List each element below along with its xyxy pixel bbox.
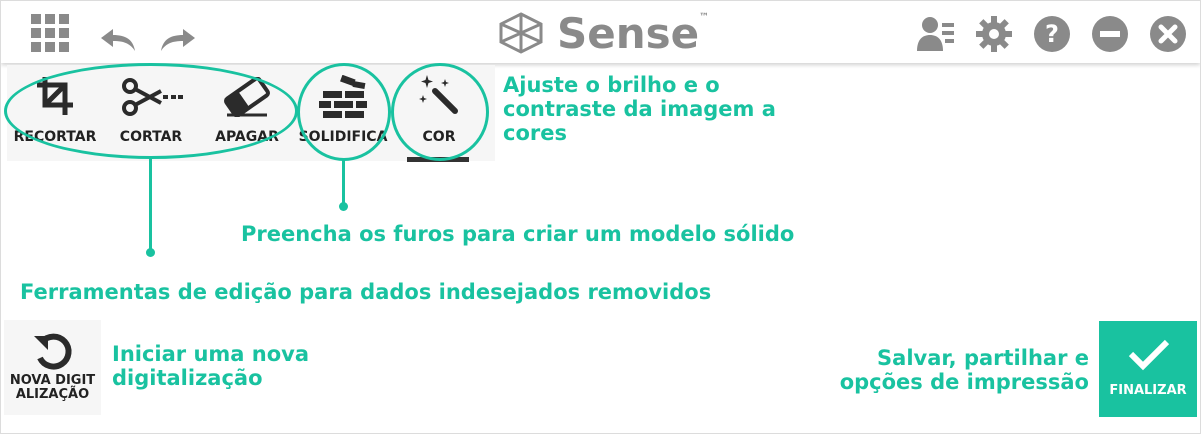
finalize-button[interactable]: FINALIZAR <box>1099 321 1197 417</box>
sense-logo-icon <box>499 12 543 54</box>
callout-color: Ajuste o brilho e o contraste da imagem … <box>503 73 776 145</box>
app-name: Sense <box>557 8 700 58</box>
callout-edit-tools: Ferramentas de edição para dados indesej… <box>20 280 712 304</box>
callout-finalize: Salvar, partilhar e opções de impressão <box>839 346 1089 394</box>
solidify-connector-dot <box>339 202 348 211</box>
edit-tools-connector-dot <box>146 248 155 257</box>
finalize-label: FINALIZAR <box>1109 383 1187 398</box>
new-scan-button[interactable]: NOVA DIGITALIZAÇÃO <box>4 320 101 415</box>
app-window: Sense ™ ? RECORTAR CORTAR APAGAR SOLIDIF… <box>0 0 1201 434</box>
color-highlight-ring <box>391 63 489 161</box>
solidify-connector-line <box>342 160 345 206</box>
edit-tools-connector-line <box>149 158 152 251</box>
callout-new-scan: Iniciar uma nova digitalização <box>112 342 309 390</box>
gear-icon[interactable] <box>975 15 1013 53</box>
callout-solidify: Preencha os furos para criar um modelo s… <box>241 222 795 246</box>
edit-tools-highlight-ring <box>4 63 298 159</box>
checkmark-icon <box>1128 339 1170 371</box>
close-icon[interactable] <box>1149 15 1187 53</box>
help-icon[interactable]: ? <box>1033 15 1071 53</box>
minimize-icon[interactable] <box>1091 15 1129 53</box>
solidify-highlight-ring <box>297 63 391 161</box>
trademark: ™ <box>699 11 710 23</box>
sense-logo: Sense ™ <box>497 8 710 58</box>
user-list-icon[interactable] <box>917 15 955 53</box>
redo-icon[interactable] <box>157 27 197 53</box>
svg-text:?: ? <box>1045 20 1059 48</box>
apps-grid-icon[interactable] <box>31 14 69 52</box>
restart-icon <box>34 333 72 370</box>
undo-icon[interactable] <box>99 27 139 53</box>
top-bar: Sense ™ ? <box>1 1 1200 63</box>
new-scan-label: NOVA DIGITALIZAÇÃO <box>9 373 96 402</box>
